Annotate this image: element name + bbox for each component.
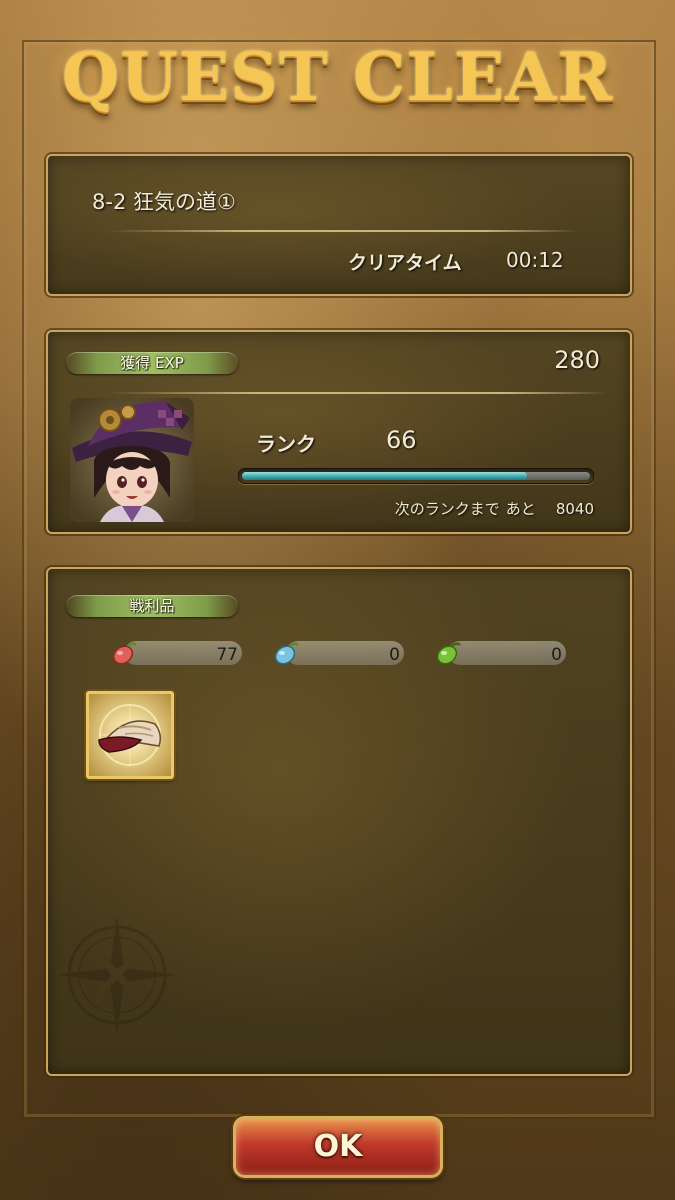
counter-pill: 77 <box>124 641 242 665</box>
green-seed-icon <box>436 642 461 665</box>
rank-progress-bar <box>238 468 594 484</box>
counter-pill: 0 <box>286 641 404 665</box>
next-rank-label: 次のランクまで <box>394 500 500 518</box>
exp-value: 280 <box>554 346 600 374</box>
next-rank-info: 次のランクまで あと 8040 <box>389 498 594 519</box>
quest-clear-screen: QUEST CLEAR 8-2 狂気の道① クリアタイム 00:12 獲得 EX… <box>0 0 675 1200</box>
red-seed-count: 77 <box>216 645 238 665</box>
counter-pill: 0 <box>448 641 566 665</box>
red-seed-icon <box>112 642 137 665</box>
character-avatar <box>70 398 194 522</box>
quest-info-panel: 8-2 狂気の道① クリアタイム 00:12 <box>46 154 632 296</box>
rank-label: ランク <box>256 432 316 456</box>
rank-progress-fill <box>242 472 528 480</box>
loot-item-slot[interactable] <box>86 691 174 779</box>
next-rank-value: 8040 <box>555 500 594 518</box>
quest-name: 8-2 狂気の道① <box>92 190 236 214</box>
next-rank-prefix: あと <box>505 500 536 518</box>
exp-panel: 獲得 EXP 280 ランク 66 次のランクまで あと 8040 <box>46 330 632 534</box>
blue-seed-count: 0 <box>389 645 400 665</box>
loot-tag-label: 戦利品 <box>129 597 175 615</box>
clear-time-label: クリアタイム <box>348 252 462 274</box>
exp-tag-label: 獲得 EXP <box>120 354 184 372</box>
divider <box>108 230 578 232</box>
quest-clear-title: QUEST CLEAR <box>61 38 614 116</box>
compass-rose-icon <box>57 915 177 1035</box>
ok-button-label: OK <box>313 1129 363 1164</box>
green-seed-count: 0 <box>551 645 562 665</box>
rank-value: 66 <box>386 426 417 454</box>
exp-tag: 獲得 EXP <box>66 352 238 374</box>
loot-tag: 戦利品 <box>66 595 238 617</box>
clear-time-value: 00:12 <box>506 248 564 272</box>
red-seed-counter: 77 <box>110 639 242 665</box>
hat-item-icon <box>98 704 162 766</box>
blue-seed-counter: 0 <box>272 639 404 665</box>
green-seed-counter: 0 <box>434 639 566 665</box>
divider <box>108 392 608 394</box>
witch-portrait-icon <box>70 398 194 522</box>
ok-button[interactable]: OK <box>233 1116 443 1178</box>
blue-seed-icon <box>274 642 299 665</box>
